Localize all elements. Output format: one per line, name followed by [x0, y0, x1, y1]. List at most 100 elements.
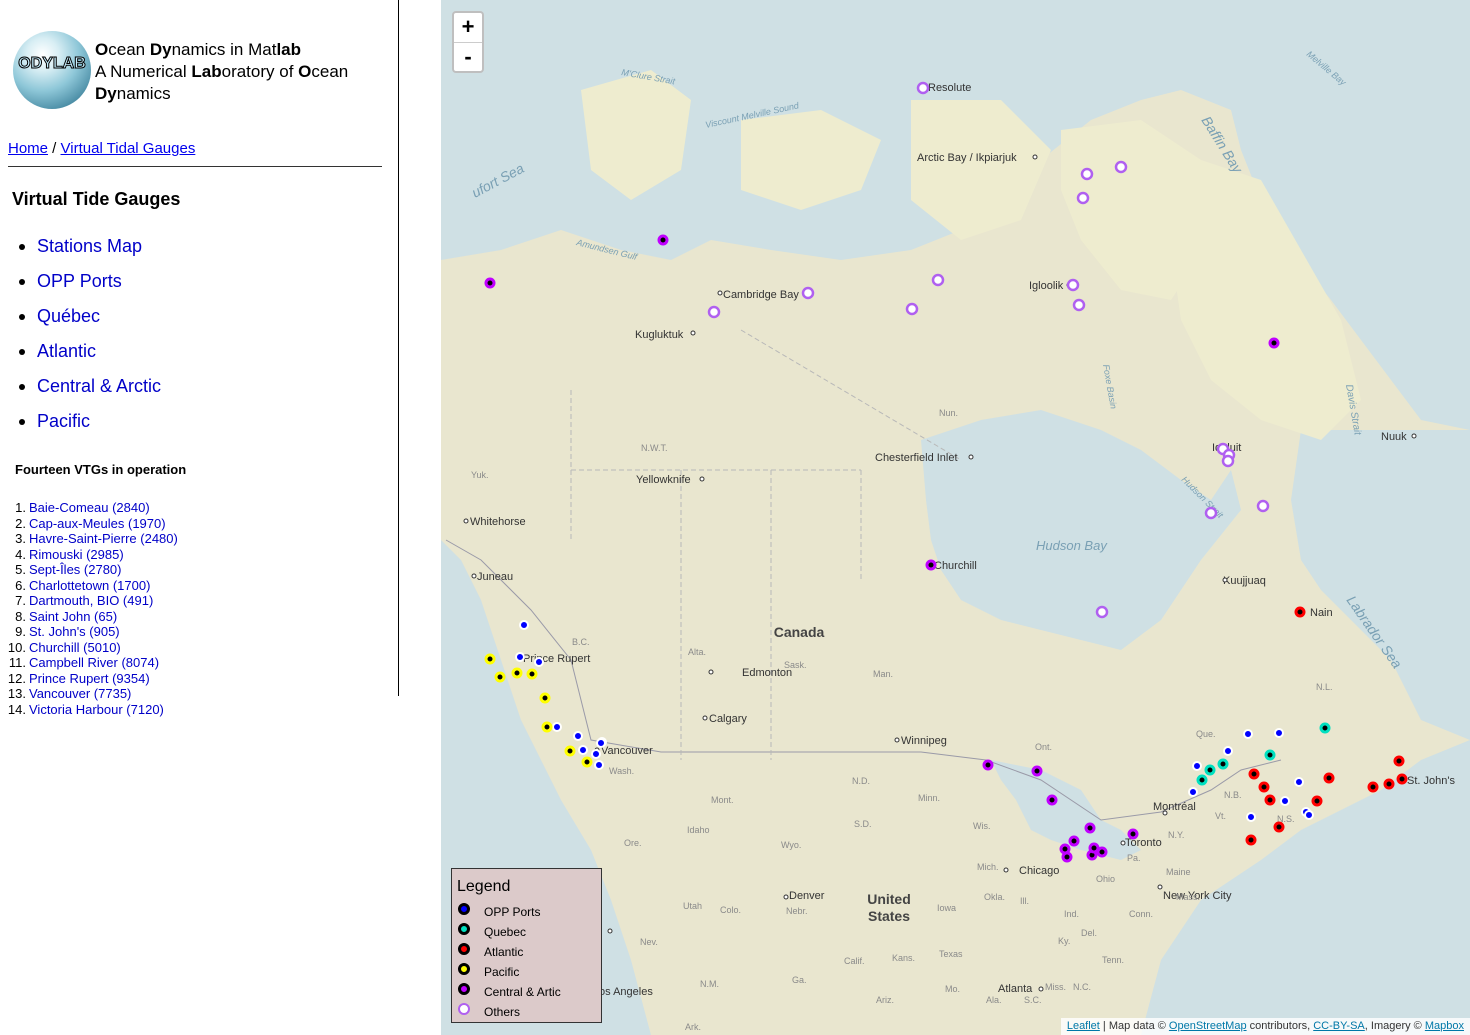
- station-marker-icon[interactable]: [1084, 822, 1096, 834]
- station-marker-icon[interactable]: [657, 234, 669, 246]
- map[interactable]: ufort Sea Baffin Bay Hudson Bay Labrador Se…: [441, 0, 1470, 1035]
- station-marker-icon[interactable]: [1221, 454, 1235, 468]
- station-marker-icon[interactable]: [1245, 834, 1257, 846]
- station-marker-icon[interactable]: [1192, 761, 1202, 771]
- station-marker-icon[interactable]: [1274, 728, 1284, 738]
- station-marker-icon[interactable]: [1294, 606, 1306, 618]
- station-marker-icon[interactable]: [1066, 278, 1080, 292]
- station-marker-icon[interactable]: [916, 81, 930, 95]
- station-marker-icon[interactable]: [982, 759, 994, 771]
- region-label: Tenn.: [1102, 955, 1124, 965]
- vtg-link[interactable]: Charlottetown (1700): [29, 578, 150, 593]
- station-marker-icon[interactable]: [1223, 746, 1233, 756]
- station-marker-icon[interactable]: [1127, 828, 1139, 840]
- station-marker-icon[interactable]: [1256, 499, 1270, 513]
- station-marker-icon[interactable]: [1294, 777, 1304, 787]
- station-marker-icon[interactable]: [905, 302, 919, 316]
- station-marker-icon[interactable]: [1046, 794, 1058, 806]
- vtg-link[interactable]: Churchill (5010): [29, 640, 121, 655]
- station-marker-icon[interactable]: [1072, 298, 1086, 312]
- station-marker-icon[interactable]: [1323, 772, 1335, 784]
- station-marker-icon[interactable]: [1243, 729, 1253, 739]
- station-marker-icon[interactable]: [1393, 755, 1405, 767]
- station-marker-icon[interactable]: [484, 277, 496, 289]
- station-marker-icon[interactable]: [578, 745, 588, 755]
- nav-item-pacific[interactable]: Pacific: [18, 411, 161, 446]
- station-marker-icon[interactable]: [1196, 774, 1208, 786]
- station-marker-icon[interactable]: [596, 738, 606, 748]
- nav-item-stations-map[interactable]: Stations Map: [18, 236, 161, 271]
- station-marker-icon[interactable]: [1273, 821, 1285, 833]
- vtg-link[interactable]: Baie-Comeau (2840): [29, 500, 150, 515]
- station-marker-icon[interactable]: [1396, 773, 1408, 785]
- nav-item-atlantic[interactable]: Atlantic: [18, 341, 161, 376]
- nav-item-quebec[interactable]: Québec: [18, 306, 161, 341]
- station-marker-icon[interactable]: [1268, 337, 1280, 349]
- station-marker-icon[interactable]: [1280, 796, 1290, 806]
- station-marker-icon[interactable]: [1204, 764, 1216, 776]
- vtg-link[interactable]: Saint John (65): [29, 609, 117, 624]
- breadcrumb-home-link[interactable]: Home: [8, 140, 48, 157]
- station-marker-icon[interactable]: [1383, 778, 1395, 790]
- station-marker-icon[interactable]: [1217, 758, 1229, 770]
- vtg-link[interactable]: Havre-Saint-Pierre (2480): [29, 531, 178, 546]
- station-marker-icon[interactable]: [1114, 160, 1128, 174]
- station-marker-icon[interactable]: [1248, 768, 1260, 780]
- station-marker-icon[interactable]: [1204, 506, 1218, 520]
- station-marker-icon[interactable]: [534, 657, 544, 667]
- osm-link[interactable]: OpenStreetMap: [1169, 1020, 1247, 1032]
- station-marker-icon[interactable]: [1264, 794, 1276, 806]
- nav-item-opp-ports[interactable]: OPP Ports: [18, 271, 161, 306]
- station-marker-icon[interactable]: [1258, 781, 1270, 793]
- title-fragment: O: [95, 40, 109, 59]
- station-marker-icon[interactable]: [1188, 787, 1198, 797]
- station-marker-icon[interactable]: [1264, 749, 1276, 761]
- leaflet-link[interactable]: Leaflet: [1067, 1020, 1100, 1032]
- station-marker-icon[interactable]: [1311, 795, 1323, 807]
- station-marker-icon[interactable]: [1080, 167, 1094, 181]
- vtg-link[interactable]: Cap-aux-Meules (1970): [29, 516, 166, 531]
- station-marker-icon[interactable]: [541, 721, 553, 733]
- station-marker-icon[interactable]: [519, 620, 529, 630]
- station-marker-icon[interactable]: [581, 756, 593, 768]
- station-marker-icon[interactable]: [552, 722, 562, 732]
- vtg-link[interactable]: Prince Rupert (9354): [29, 671, 150, 686]
- station-marker-icon[interactable]: [801, 286, 815, 300]
- station-marker-icon[interactable]: [1095, 605, 1109, 619]
- station-marker-icon[interactable]: [539, 692, 551, 704]
- station-marker-icon[interactable]: [484, 653, 496, 665]
- nav-item-central-arctic[interactable]: Central & Arctic: [18, 376, 161, 411]
- vtg-link[interactable]: Vancouver (7735): [29, 686, 131, 701]
- mapbox-link[interactable]: Mapbox: [1425, 1020, 1464, 1032]
- station-marker-icon[interactable]: [1088, 842, 1100, 854]
- zoom-in-button[interactable]: +: [454, 13, 482, 43]
- station-marker-icon[interactable]: [1031, 765, 1043, 777]
- station-marker-icon[interactable]: [1061, 851, 1073, 863]
- station-marker-icon[interactable]: [1367, 781, 1379, 793]
- vtg-link[interactable]: Dartmouth, BIO (491): [29, 593, 153, 608]
- station-marker-icon[interactable]: [494, 671, 506, 683]
- station-marker-icon[interactable]: [1076, 191, 1090, 205]
- station-marker-icon[interactable]: [707, 305, 721, 319]
- station-marker-icon[interactable]: [564, 745, 576, 757]
- vtg-link[interactable]: Campbell River (8074): [29, 655, 159, 670]
- station-marker-icon[interactable]: [931, 273, 945, 287]
- station-marker-icon[interactable]: [1304, 810, 1314, 820]
- station-marker-icon[interactable]: [573, 731, 583, 741]
- license-link[interactable]: CC-BY-SA: [1313, 1020, 1365, 1032]
- vtg-link[interactable]: Sept-Îles (2780): [29, 562, 122, 577]
- station-marker-icon[interactable]: [1246, 812, 1256, 822]
- station-marker-icon[interactable]: [1068, 835, 1080, 847]
- station-marker-icon[interactable]: [526, 668, 538, 680]
- vtg-link[interactable]: Rimouski (2985): [29, 547, 124, 562]
- station-marker-icon[interactable]: [591, 749, 601, 759]
- station-marker-icon[interactable]: [511, 667, 523, 679]
- vtg-link[interactable]: Victoria Harbour (7120): [29, 702, 164, 717]
- station-marker-icon[interactable]: [925, 559, 937, 571]
- breadcrumb-current-link[interactable]: Virtual Tidal Gauges: [61, 140, 196, 157]
- station-marker-icon[interactable]: [594, 760, 604, 770]
- station-marker-icon[interactable]: [515, 652, 525, 662]
- vtg-link[interactable]: St. John's (905): [29, 624, 120, 639]
- station-marker-icon[interactable]: [1319, 722, 1331, 734]
- zoom-out-button[interactable]: -: [454, 43, 482, 72]
